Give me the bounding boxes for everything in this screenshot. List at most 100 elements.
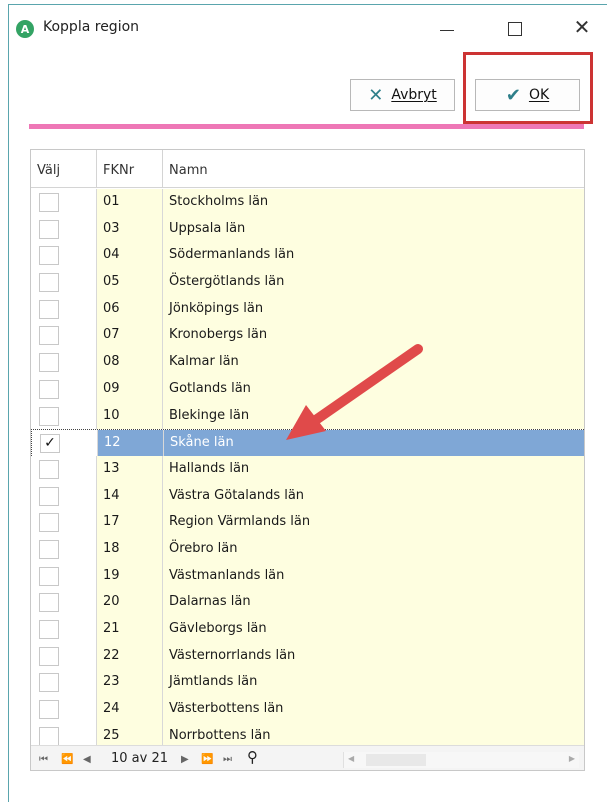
table-row[interactable]: 01 Stockholms län [31, 189, 584, 216]
namn-cell[interactable]: Kalmar län [163, 349, 584, 376]
namn-cell[interactable]: Skåne län [164, 430, 584, 457]
row-checkbox[interactable] [39, 246, 59, 266]
namn-cell[interactable]: Örebro län [163, 535, 584, 563]
fknr-cell[interactable]: 12 [98, 430, 164, 457]
row-checkbox[interactable] [39, 326, 59, 346]
fknr-cell[interactable]: 24 [97, 696, 163, 723]
fknr-cell[interactable]: 05 [97, 269, 163, 296]
table-row[interactable]: 23 Jämtlands län [31, 669, 584, 697]
close-button[interactable]: ✕ [558, 5, 606, 49]
last-page-icon[interactable]: ⏭ [223, 754, 232, 765]
namn-cell[interactable]: Kronobergs län [163, 322, 584, 350]
namn-cell[interactable]: Västmanlands län [163, 562, 584, 590]
namn-cell[interactable]: Hallands län [163, 455, 584, 483]
namn-cell[interactable]: Gotlands län [163, 375, 584, 403]
row-checkbox[interactable] [39, 700, 59, 720]
scroll-right-icon[interactable]: ▶ [569, 754, 575, 763]
magnifier-icon[interactable]: ⚲ [247, 748, 258, 766]
row-checkbox[interactable] [39, 219, 59, 239]
namn-cell[interactable]: Dalarnas län [163, 589, 584, 616]
fknr-cell[interactable]: 23 [97, 669, 163, 697]
fknr-cell[interactable]: 01 [97, 189, 163, 216]
row-checkbox[interactable] [39, 193, 59, 212]
namn-cell[interactable]: Jönköpings län [163, 295, 584, 323]
fknr-cell[interactable]: 19 [97, 562, 163, 590]
horizontal-scrollbar[interactable]: ◀ ▶ [343, 752, 579, 768]
prev-record-icon[interactable]: ◀ [83, 754, 91, 765]
table-row[interactable]: 18 Örebro län [31, 535, 584, 563]
table-row[interactable]: 10 Blekinge län [31, 402, 584, 430]
table-row[interactable]: 04 Södermanlands län [31, 242, 584, 270]
table-row[interactable]: 14 Västra Götalands län [31, 482, 584, 510]
table-row[interactable]: 21 Gävleborgs län [31, 616, 584, 643]
table-row[interactable]: 08 Kalmar län [31, 349, 584, 376]
row-checkbox[interactable] [39, 513, 59, 533]
fknr-cell[interactable]: 03 [97, 215, 163, 243]
row-checkbox[interactable] [39, 406, 59, 426]
fknr-cell[interactable]: 06 [97, 295, 163, 323]
minimize-button[interactable] [423, 5, 471, 49]
namn-cell[interactable]: Västra Götalands län [163, 482, 584, 510]
fknr-cell[interactable]: 14 [97, 482, 163, 510]
row-checkbox[interactable] [39, 273, 59, 293]
row-checkbox[interactable] [39, 299, 59, 319]
first-page-icon[interactable]: ⏮ [39, 754, 48, 765]
namn-cell[interactable]: Östergötlands län [163, 269, 584, 296]
column-header-valj[interactable]: Välj [31, 150, 97, 188]
row-checkbox[interactable] [39, 566, 59, 586]
fknr-cell[interactable]: 04 [97, 242, 163, 270]
table-row[interactable]: ✓ 12 Skåne län [31, 429, 584, 457]
fknr-cell[interactable]: 10 [97, 402, 163, 430]
fknr-cell[interactable]: 08 [97, 349, 163, 376]
table-row[interactable]: 03 Uppsala län [31, 215, 584, 243]
namn-cell[interactable]: Blekinge län [163, 402, 584, 430]
table-row[interactable]: 07 Kronobergs län [31, 322, 584, 350]
fknr-cell[interactable]: 18 [97, 535, 163, 563]
table-row[interactable]: 05 Östergötlands län [31, 269, 584, 296]
row-checkbox[interactable] [39, 726, 59, 746]
prev-page-icon[interactable]: ⏪ [61, 754, 73, 765]
row-checkbox[interactable] [39, 486, 59, 506]
maximize-button[interactable] [491, 5, 539, 49]
table-row[interactable]: 19 Västmanlands län [31, 562, 584, 590]
next-page-icon[interactable]: ⏩ [201, 754, 213, 765]
namn-cell[interactable]: Uppsala län [163, 215, 584, 243]
table-row[interactable]: 20 Dalarnas län [31, 589, 584, 616]
table-row[interactable]: 24 Västerbottens län [31, 696, 584, 723]
scroll-left-icon[interactable]: ◀ [348, 754, 354, 763]
ok-button[interactable]: ✔ OK [475, 79, 580, 111]
fknr-cell[interactable]: 21 [97, 616, 163, 643]
scrollbar-thumb[interactable] [366, 754, 426, 766]
cancel-button[interactable]: ✕ Avbryt [350, 79, 455, 111]
row-checkbox[interactable] [39, 539, 59, 559]
table-row[interactable]: 22 Västernorrlands län [31, 642, 584, 670]
fknr-cell[interactable]: 20 [97, 589, 163, 616]
column-header-namn[interactable]: Namn [163, 150, 584, 188]
namn-cell[interactable]: Region Värmlands län [163, 509, 584, 536]
row-checkbox[interactable] [39, 459, 59, 479]
fknr-cell[interactable]: 22 [97, 642, 163, 670]
namn-cell[interactable]: Gävleborgs län [163, 616, 584, 643]
namn-cell[interactable]: Södermanlands län [163, 242, 584, 270]
row-checkbox[interactable] [39, 620, 59, 639]
fknr-cell[interactable]: 07 [97, 322, 163, 350]
fknr-cell[interactable]: 17 [97, 509, 163, 536]
row-checkbox[interactable] [39, 353, 59, 373]
row-checkbox[interactable] [39, 646, 59, 666]
row-checkbox[interactable] [39, 593, 59, 613]
row-checkbox[interactable] [39, 673, 59, 693]
namn-cell[interactable]: Västernorrlands län [163, 642, 584, 670]
row-checkbox[interactable] [39, 379, 59, 399]
table-row[interactable]: 06 Jönköpings län [31, 295, 584, 323]
column-header-fknr[interactable]: FKNr [97, 150, 163, 188]
fknr-cell[interactable]: 13 [97, 455, 163, 483]
namn-cell[interactable]: Jämtlands län [163, 669, 584, 697]
table-row[interactable]: 17 Region Värmlands län [31, 509, 584, 536]
namn-cell[interactable]: Västerbottens län [163, 696, 584, 723]
row-checkbox[interactable]: ✓ [40, 434, 60, 454]
table-row[interactable]: 13 Hallands län [31, 455, 584, 483]
next-record-icon[interactable]: ▶ [181, 754, 189, 765]
fknr-cell[interactable]: 09 [97, 375, 163, 403]
table-row[interactable]: 09 Gotlands län [31, 375, 584, 403]
namn-cell[interactable]: Stockholms län [163, 189, 584, 216]
